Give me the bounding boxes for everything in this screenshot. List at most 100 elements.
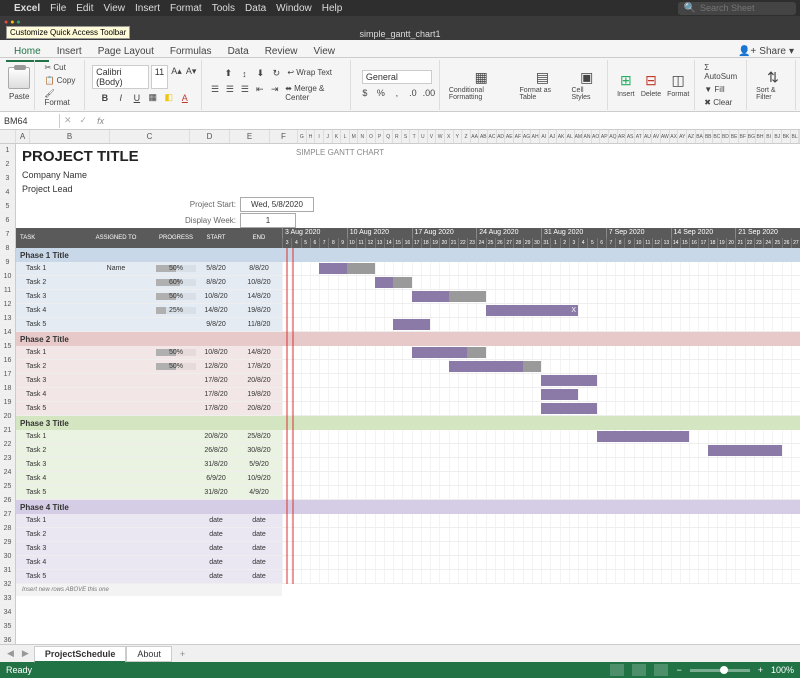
- menu-data[interactable]: Data: [245, 3, 266, 14]
- increase-font-icon[interactable]: A▴: [170, 65, 183, 79]
- border-button[interactable]: ▦: [146, 91, 160, 105]
- view-layout-icon[interactable]: [632, 664, 646, 676]
- task-row[interactable]: Task 150%10/8/2014/8/20: [16, 346, 800, 360]
- number-format-select[interactable]: General: [362, 70, 432, 84]
- dec-dec-icon[interactable]: .00: [422, 86, 436, 100]
- quick-access-toolbar[interactable]: ● ● ● Customize Quick Access Toolbar: [0, 16, 800, 28]
- fill-button[interactable]: ▼ Fill: [702, 84, 726, 95]
- share-button[interactable]: 👤+ Share ▾: [738, 46, 794, 57]
- task-row[interactable]: Task 250%12/8/2017/8/20: [16, 360, 800, 374]
- formula-input[interactable]: [110, 114, 800, 128]
- zoom-level[interactable]: 100%: [771, 665, 794, 675]
- indent-in-icon[interactable]: ⇥: [268, 83, 281, 97]
- align-middle-icon[interactable]: ↕: [237, 67, 251, 81]
- decrease-font-icon[interactable]: A▾: [185, 65, 198, 79]
- task-row[interactable]: Task 331/8/205/9/20: [16, 458, 800, 472]
- task-row[interactable]: Task 350%10/8/2014/8/20: [16, 290, 800, 304]
- task-row[interactable]: Task 317/8/2020/8/20: [16, 374, 800, 388]
- task-row[interactable]: Task 5datedate: [16, 570, 800, 584]
- menu-insert[interactable]: Insert: [135, 3, 160, 14]
- dec-inc-icon[interactable]: .0: [406, 86, 420, 100]
- column-headers[interactable]: ABC DEF GHIJKLMNOPQRSTUVWXYZAAABACADAEAF…: [0, 130, 800, 144]
- ribbon-tab-formulas[interactable]: Formulas: [162, 43, 220, 60]
- wrap-text-button[interactable]: ↩ Wrap Text: [285, 67, 334, 81]
- project-title[interactable]: PROJECT TITLE: [22, 148, 139, 165]
- currency-icon[interactable]: $: [358, 86, 372, 100]
- font-size-select[interactable]: 11: [151, 65, 168, 89]
- autosum-button[interactable]: Σ AutoSum: [702, 62, 743, 82]
- sheet-tab-about[interactable]: About: [126, 646, 172, 662]
- underline-button[interactable]: U: [130, 91, 144, 105]
- font-color-button[interactable]: A: [178, 91, 192, 105]
- orientation-icon[interactable]: ↻: [269, 67, 283, 81]
- ribbon-tab-review[interactable]: Review: [257, 43, 306, 60]
- menu-format[interactable]: Format: [170, 3, 202, 14]
- format-painter-button[interactable]: 🖌 Format: [42, 88, 81, 108]
- add-sheet-button[interactable]: +: [174, 649, 191, 659]
- italic-button[interactable]: I: [114, 91, 128, 105]
- app-name[interactable]: Excel: [14, 3, 40, 14]
- task-row[interactable]: Task 425%14/8/2019/8/20X: [16, 304, 800, 318]
- ribbon-tab-data[interactable]: Data: [220, 43, 257, 60]
- font-select[interactable]: Calibri (Body): [92, 65, 149, 89]
- task-row[interactable]: Task 260%8/8/2010/8/20: [16, 276, 800, 290]
- indent-out-icon[interactable]: ⇤: [253, 83, 266, 97]
- phase-title[interactable]: Phase 1 Title: [16, 248, 800, 262]
- task-row[interactable]: Task 226/8/2030/8/20: [16, 444, 800, 458]
- zoom-out-icon[interactable]: −: [676, 665, 681, 675]
- task-row[interactable]: Task 531/8/204/9/20: [16, 486, 800, 500]
- cell-styles-button[interactable]: ▣Cell Styles: [570, 68, 604, 101]
- company-name[interactable]: Company Name: [16, 168, 800, 182]
- zoom-in-icon[interactable]: +: [758, 665, 763, 675]
- format-as-table-button[interactable]: ▤Format as Table: [518, 68, 568, 101]
- cancel-icon[interactable]: ✕: [60, 115, 76, 126]
- row-headers[interactable]: 1234567891011121314151617181920212223242…: [0, 144, 16, 644]
- task-row[interactable]: Task 417/8/2019/8/20: [16, 388, 800, 402]
- copy-button[interactable]: 📋 Copy: [42, 75, 77, 86]
- menu-edit[interactable]: Edit: [76, 3, 93, 14]
- tab-nav-next-icon[interactable]: ▶: [19, 648, 32, 659]
- task-row[interactable]: Task 120/8/2025/8/20: [16, 430, 800, 444]
- sort-filter-button[interactable]: ⇅Sort & Filter: [754, 68, 792, 101]
- ribbon-tab-insert[interactable]: Insert: [49, 43, 90, 60]
- menu-help[interactable]: Help: [322, 3, 343, 14]
- fill-color-button[interactable]: ◧: [162, 91, 176, 105]
- sheet-tab-projectschedule[interactable]: ProjectSchedule: [34, 646, 127, 663]
- comma-icon[interactable]: ,: [390, 86, 404, 100]
- delete-cells-button[interactable]: ⊟Delete: [639, 72, 663, 98]
- cut-button[interactable]: ✂ Cut: [42, 62, 67, 73]
- task-row[interactable]: Task 1datedate: [16, 514, 800, 528]
- paste-icon[interactable]: [8, 67, 30, 89]
- task-row[interactable]: Task 2datedate: [16, 528, 800, 542]
- percent-icon[interactable]: %: [374, 86, 388, 100]
- phase-title[interactable]: Phase 4 Title: [16, 500, 800, 514]
- clear-button[interactable]: ✖ Clear: [702, 97, 734, 108]
- task-row[interactable]: Task 517/8/2020/8/20: [16, 402, 800, 416]
- task-row[interactable]: Task 1Name50%5/8/208/8/20: [16, 262, 800, 276]
- phase-title[interactable]: Phase 2 Title: [16, 332, 800, 346]
- fx-icon[interactable]: fx: [91, 116, 110, 126]
- menu-file[interactable]: File: [50, 3, 66, 14]
- accept-icon[interactable]: ✓: [76, 115, 92, 126]
- view-normal-icon[interactable]: [610, 664, 624, 676]
- name-box[interactable]: BM64: [0, 114, 60, 128]
- align-right-icon[interactable]: ☰: [238, 83, 251, 97]
- bold-button[interactable]: B: [98, 91, 112, 105]
- menu-view[interactable]: View: [104, 3, 126, 14]
- search-sheet[interactable]: 🔍: [678, 2, 796, 15]
- ribbon-tab-view[interactable]: View: [305, 43, 343, 60]
- project-start-input[interactable]: Wed, 5/8/2020: [240, 197, 314, 212]
- phase-title[interactable]: Phase 3 Title: [16, 416, 800, 430]
- project-lead[interactable]: Project Lead: [22, 184, 73, 194]
- paste-button[interactable]: Paste: [7, 91, 31, 102]
- task-row[interactable]: Task 46/9/2010/9/20: [16, 472, 800, 486]
- align-center-icon[interactable]: ☰: [223, 83, 236, 97]
- align-bottom-icon[interactable]: ⬇: [253, 67, 267, 81]
- view-break-icon[interactable]: [654, 664, 668, 676]
- task-row[interactable]: Task 4datedate: [16, 556, 800, 570]
- zoom-slider[interactable]: [690, 669, 750, 672]
- menu-window[interactable]: Window: [276, 3, 312, 14]
- conditional-formatting-button[interactable]: ▦Conditional Formatting: [447, 68, 516, 101]
- task-row[interactable]: Task 59/8/2011/8/20: [16, 318, 800, 332]
- task-row[interactable]: Task 3datedate: [16, 542, 800, 556]
